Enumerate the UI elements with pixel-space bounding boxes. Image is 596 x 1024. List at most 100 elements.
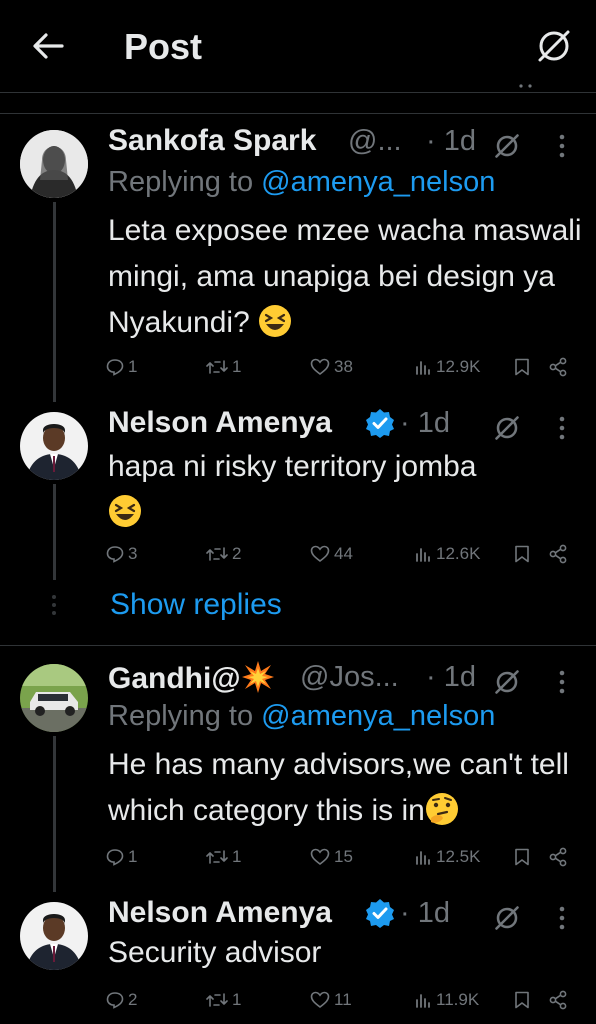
top-bar: Post: [0, 0, 596, 92]
thread-dots-icon: [52, 595, 56, 615]
grok-icon[interactable]: [492, 413, 522, 443]
divider: [0, 113, 596, 114]
like-button[interactable]: 11: [310, 990, 352, 1010]
views-button[interactable]: 12.9K: [414, 357, 480, 377]
grok-icon[interactable]: [534, 26, 574, 66]
views-count: 12.5K: [436, 847, 481, 866]
timestamp[interactable]: · 1d: [400, 897, 450, 930]
repost-count: 1: [232, 990, 242, 1009]
laughing-emoji-icon: [109, 495, 141, 527]
more-options-icon[interactable]: [558, 905, 566, 931]
heart-icon: [310, 848, 330, 866]
share-icon[interactable]: [548, 847, 568, 867]
views-button[interactable]: 12.5K: [414, 847, 480, 867]
reply-icon: [106, 992, 124, 1009]
views-icon: [416, 851, 430, 865]
author-handle[interactable]: @Jos...: [300, 661, 399, 694]
like-button[interactable]: 38: [310, 357, 353, 377]
more-options-icon[interactable]: [558, 669, 566, 695]
bookmark-icon[interactable]: [514, 358, 530, 376]
laughing-emoji-icon: [259, 305, 292, 337]
heart-icon: [310, 545, 330, 563]
reply-button[interactable]: 1: [106, 357, 137, 377]
avatar[interactable]: [20, 412, 88, 480]
avatar[interactable]: [20, 664, 88, 732]
overflow-dots-icon: [519, 84, 532, 88]
grok-icon[interactable]: [492, 667, 522, 697]
reply-count: 1: [128, 357, 138, 376]
avatar[interactable]: [20, 130, 88, 198]
repost-icon: [206, 993, 228, 1007]
author-handle[interactable]: @...: [348, 125, 402, 158]
bookmark-icon[interactable]: [514, 991, 530, 1009]
more-options-icon[interactable]: [558, 415, 566, 441]
divider: [0, 645, 596, 646]
share-icon[interactable]: [548, 544, 568, 564]
author-name[interactable]: Nelson Amenya: [108, 406, 332, 440]
repost-icon: [206, 547, 228, 561]
page-title: Post: [124, 26, 203, 67]
back-arrow-icon[interactable]: [30, 28, 66, 64]
verified-badge-icon: [366, 409, 394, 438]
bookmark-icon[interactable]: [514, 545, 530, 563]
views-count: 12.6K: [436, 544, 481, 563]
like-count: 38: [334, 357, 353, 376]
more-options-icon[interactable]: [558, 133, 566, 159]
author-name[interactable]: Nelson Amenya: [108, 896, 332, 930]
share-icon[interactable]: [548, 990, 568, 1010]
like-count: 11: [334, 990, 352, 1009]
like-count: 15: [334, 847, 353, 866]
reply-count: 3: [128, 544, 138, 563]
collision-emoji-icon: [241, 661, 274, 693]
thread-line: [53, 202, 56, 402]
replying-to-label: Replying to: [108, 700, 262, 732]
views-icon: [416, 361, 430, 375]
repost-button[interactable]: 1: [206, 990, 241, 1010]
repost-icon: [206, 850, 228, 864]
share-icon[interactable]: [548, 357, 568, 377]
mention-link[interactable]: @amenya_nelson: [261, 700, 495, 732]
heart-icon: [310, 358, 330, 376]
timestamp[interactable]: · 1d: [426, 125, 476, 158]
thinking-emoji-icon: [425, 793, 458, 825]
views-count: 11.9K: [436, 990, 480, 1009]
reply-count: 2: [128, 990, 138, 1009]
views-icon: [416, 548, 430, 562]
grok-icon[interactable]: [492, 903, 522, 933]
tweet-text: Security advisor: [108, 936, 322, 969]
repost-button[interactable]: 1: [206, 357, 241, 377]
divider: [0, 92, 596, 93]
reply-icon: [106, 849, 124, 866]
replying-to-label: Replying to: [108, 166, 262, 198]
timestamp[interactable]: · 1d: [400, 407, 450, 440]
reply-count: 1: [128, 847, 138, 866]
thread-line: [53, 736, 56, 892]
views-button[interactable]: 12.6K: [414, 544, 480, 564]
replying-to: Replying to @amenya_nelson: [108, 166, 495, 199]
like-count: 44: [334, 544, 353, 563]
reply-button[interactable]: 3: [106, 544, 137, 564]
repost-button[interactable]: 2: [206, 544, 241, 564]
thread-line: [53, 484, 56, 580]
repost-button[interactable]: 1: [206, 847, 241, 867]
views-count: 12.9K: [436, 357, 481, 376]
like-button[interactable]: 15: [310, 847, 353, 867]
reply-icon: [106, 546, 124, 563]
reply-button[interactable]: 1: [106, 847, 137, 867]
author-name[interactable]: Sankofa Spark: [108, 124, 316, 158]
author-name[interactable]: Gandhi@: [108, 660, 275, 696]
heart-icon: [310, 991, 330, 1009]
reply-button[interactable]: 2: [106, 990, 137, 1010]
show-replies-link[interactable]: Show replies: [110, 588, 282, 622]
like-button[interactable]: 44: [310, 544, 353, 564]
tweet-text: He has many advisors,we can't tell which…: [108, 748, 569, 827]
views-button[interactable]: 11.9K: [414, 990, 479, 1010]
replying-to: Replying to @amenya_nelson: [108, 700, 495, 733]
timestamp[interactable]: · 1d: [426, 661, 476, 694]
grok-icon[interactable]: [492, 131, 522, 161]
avatar[interactable]: [20, 902, 88, 970]
bookmark-icon[interactable]: [514, 848, 530, 866]
repost-count: 1: [232, 357, 242, 376]
reply-icon: [106, 359, 124, 376]
mention-link[interactable]: @amenya_nelson: [261, 166, 495, 198]
